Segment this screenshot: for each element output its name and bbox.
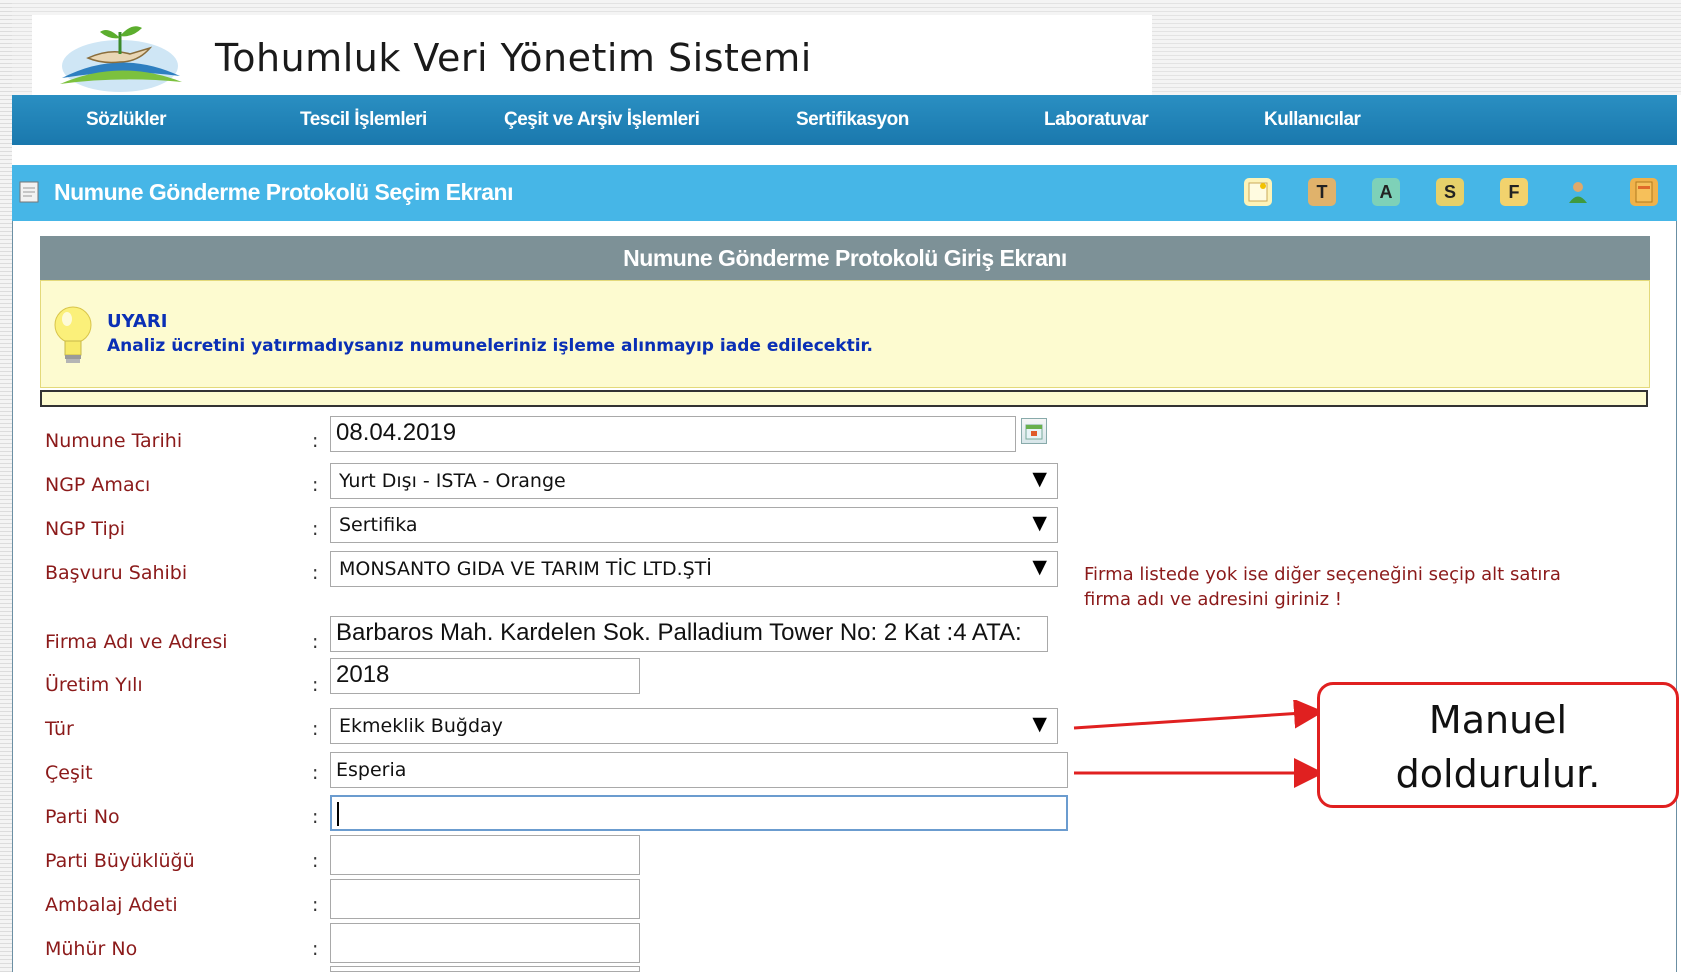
dropdown-arrow-icon: ▼ [1032, 512, 1047, 534]
warning-box: UYARI Analiz ücretini yatırmadıysanız nu… [40, 280, 1650, 388]
app-title: Tohumluk Veri Yönetim Sistemi [215, 36, 812, 80]
lightbulb-icon [54, 306, 92, 363]
nav-cesit-arsiv-islemleri[interactable]: Çeşit ve Arşiv İşlemleri [504, 109, 700, 131]
uretim-yili-input[interactable]: 2018 [330, 658, 640, 694]
callout-line2: doldurulur. [1395, 752, 1601, 796]
content-border-left [12, 221, 13, 972]
basvuru-sahibi-value: MONSANTO GIDA VE TARIM TİC LTD.ŞTİ [339, 558, 712, 580]
content-border-right [1676, 221, 1677, 972]
tur-value: Ekmeklik Buğday [339, 715, 503, 737]
document-icon [19, 181, 39, 203]
exit-icon[interactable] [1630, 178, 1658, 206]
separator-bar [40, 390, 1648, 407]
firma-hint-text: Firma listede yok ise diğer seçeneğini s… [1084, 562, 1561, 612]
warning-title: UYARI [107, 311, 168, 332]
colon: : [312, 894, 319, 916]
left-edge-background [0, 0, 12, 972]
numune-tarihi-input[interactable]: 08.04.2019 [330, 416, 1016, 452]
label-parti-no: Parti No [45, 806, 120, 828]
callout-arrows [1073, 700, 1324, 788]
label-uretim-yili: Üretim Yılı [45, 674, 143, 696]
label-cesit: Çeşit [45, 762, 93, 784]
parti-buyuklugu-input[interactable] [330, 835, 640, 875]
dropdown-arrow-icon: ▼ [1032, 713, 1047, 735]
letter-t-icon[interactable]: T [1308, 178, 1336, 206]
label-ngp-amaci: NGP Amacı [45, 474, 151, 496]
ngp-amaci-select[interactable]: Yurt Dışı - ISTA - Orange ▼ [330, 463, 1058, 499]
colon: : [312, 562, 319, 584]
callout-line1: Manuel [1428, 698, 1568, 742]
firma-hint-line1: Firma listede yok ise diğer seçeneğini s… [1084, 564, 1561, 585]
ngp-tipi-select[interactable]: Sertifika ▼ [330, 507, 1058, 543]
colon: : [312, 806, 319, 828]
colon: : [312, 938, 319, 960]
colon: : [312, 674, 319, 696]
page-title-bar: Numune Gönderme Protokolü Seçim Ekranı T… [12, 165, 1677, 221]
label-numune-tarihi: Numune Tarihi [45, 430, 183, 452]
label-ambalaj-adeti: Ambalaj Adeti [45, 894, 178, 916]
nav-sertifikasyon[interactable]: Sertifikasyon [796, 109, 909, 131]
firma-adi-input[interactable]: Barbaros Mah. Kardelen Sok. Palladium To… [330, 616, 1048, 652]
ambalaj-adeti-input[interactable] [330, 879, 640, 919]
dropdown-arrow-icon: ▼ [1032, 468, 1047, 490]
colon: : [312, 474, 319, 496]
form-heading: Numune Gönderme Protokolü Giriş Ekranı [40, 236, 1650, 280]
new-document-icon[interactable] [1244, 178, 1272, 206]
label-ngp-tipi: NGP Tipi [45, 518, 126, 540]
cesit-input[interactable]: Esperia [330, 752, 1068, 788]
ngp-tipi-value: Sertifika [339, 514, 418, 536]
nav-tescil-islemleri[interactable]: Tescil İşlemleri [300, 109, 427, 131]
muhur-no-input[interactable] [330, 923, 640, 963]
letter-a-icon[interactable]: A [1372, 178, 1400, 206]
user-icon[interactable] [1564, 178, 1592, 206]
arrow-to-tur [1073, 700, 1324, 730]
basvuru-sahibi-select[interactable]: MONSANTO GIDA VE TARIM TİC LTD.ŞTİ ▼ [330, 551, 1058, 587]
label-tur: Tür [45, 718, 74, 740]
calendar-icon[interactable] [1021, 418, 1047, 444]
tur-select[interactable]: Ekmeklik Buğday ▼ [330, 708, 1058, 744]
colon: : [312, 518, 319, 540]
label-firma-adi: Firma Adı ve Adresi [45, 631, 228, 653]
label-basvuru-sahibi: Başvuru Sahibi [45, 562, 188, 584]
nav-laboratuvar[interactable]: Laboratuvar [1044, 109, 1149, 131]
dropdown-arrow-icon: ▼ [1032, 556, 1047, 578]
colon: : [312, 631, 319, 653]
text-cursor [337, 801, 339, 826]
colon: : [312, 430, 319, 452]
warning-text: Analiz ücretini yatırmadıysanız numunele… [107, 336, 873, 356]
label-parti-buyuklugu: Parti Büyüklüğü [45, 850, 195, 872]
letter-f-icon[interactable]: F [1500, 178, 1528, 206]
colon: : [312, 718, 319, 740]
firma-hint-line2: firma adı ve adresini giriniz ! [1084, 589, 1343, 610]
seedling-logo-icon [60, 26, 182, 92]
letter-s-icon[interactable]: S [1436, 178, 1464, 206]
main-navbar: Sözlükler Tescil İşlemleri Çeşit ve Arşi… [12, 95, 1677, 145]
ngp-amaci-value: Yurt Dışı - ISTA - Orange [339, 470, 566, 492]
next-field-input[interactable] [330, 966, 640, 972]
nav-kullanicilar[interactable]: Kullanıcılar [1264, 109, 1361, 131]
parti-no-input[interactable] [330, 795, 1068, 831]
manuel-callout: Manuel doldurulur. [1317, 682, 1679, 808]
colon: : [312, 762, 319, 784]
colon: : [312, 850, 319, 872]
label-muhur-no: Mühür No [45, 938, 138, 960]
page-title: Numune Gönderme Protokolü Seçim Ekranı [54, 179, 514, 205]
nav-sozlukler[interactable]: Sözlükler [86, 109, 166, 131]
